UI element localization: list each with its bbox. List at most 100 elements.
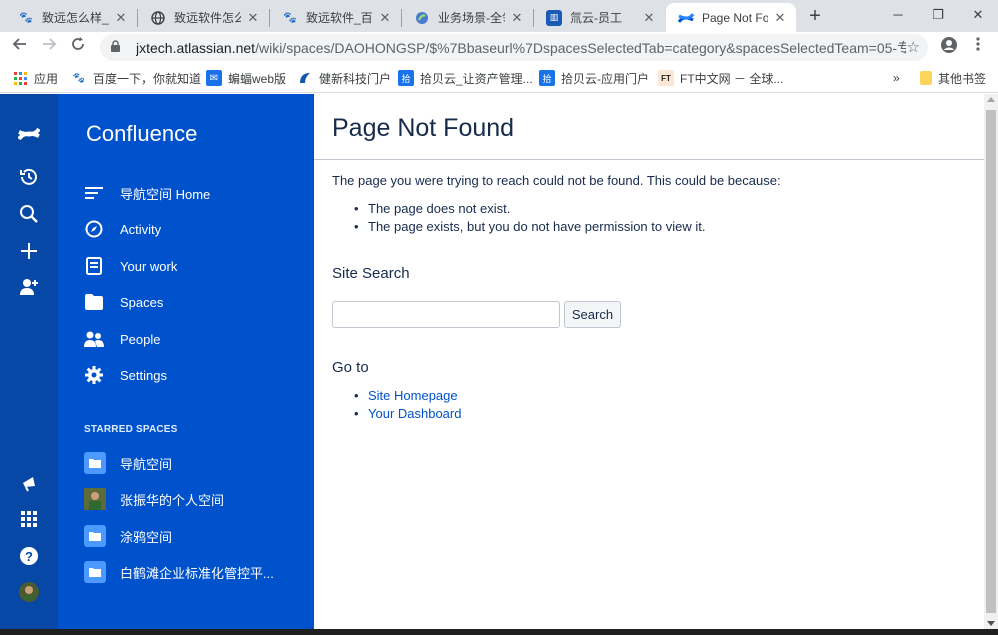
- tab-title: Page Not Found: [702, 10, 768, 25]
- svg-text:?: ?: [25, 549, 33, 564]
- invite-people-icon[interactable]: [17, 275, 41, 299]
- site-homepage-link[interactable]: Site Homepage: [368, 388, 458, 403]
- sidebar-item-your-work[interactable]: Your work: [84, 254, 177, 278]
- starred-space-item[interactable]: 涂鸦空间: [84, 524, 172, 548]
- forward-button[interactable]: [37, 36, 61, 60]
- confluence-icon: [678, 10, 694, 26]
- shibei-icon: 拾: [398, 70, 414, 86]
- bookmark-label: 其他书签: [938, 71, 987, 86]
- ft-icon: FT: [658, 70, 674, 86]
- account-circle-icon: [941, 37, 957, 53]
- confluence-logo-icon[interactable]: [17, 122, 41, 146]
- sidebar-item-label: 导航空间 Home: [120, 186, 211, 202]
- sidebar: Confluence 导航空间 Home Activity Your work …: [58, 94, 314, 629]
- recent-history-icon[interactable]: [17, 165, 41, 189]
- bookmarks-bar: 应用 🐾 百度一下，你就知道 ✉ 蝙蝠web版 健新科技门户 拾 拾贝云_让资产…: [0, 63, 998, 93]
- search-icon[interactable]: [17, 202, 41, 226]
- bookmark-baidu[interactable]: 🐾 百度一下，你就知道: [71, 69, 201, 87]
- app-title[interactable]: Confluence: [86, 121, 197, 147]
- list-item: Your Dashboard: [354, 405, 462, 423]
- bookmark-star-icon[interactable]: ☆: [907, 38, 920, 56]
- starred-space-item[interactable]: 导航空间: [84, 451, 172, 475]
- bookmark-ft[interactable]: FT FT中文网 － 全球...: [658, 69, 783, 87]
- sidebar-item-activity[interactable]: Activity: [84, 217, 161, 241]
- your-dashboard-link[interactable]: Your Dashboard: [368, 406, 461, 421]
- reload-button[interactable]: [66, 36, 90, 60]
- address-bar[interactable]: jxtech.atlassian.net/wiki/spaces/DAOHONG…: [100, 34, 928, 61]
- browser-tab-active[interactable]: Page Not Found ✕: [666, 3, 796, 32]
- h3yun-icon: ▥: [546, 9, 562, 26]
- close-icon[interactable]: ✕: [509, 10, 525, 26]
- space-folder-icon: [84, 452, 106, 474]
- bookmark-jianxin[interactable]: 健新科技门户: [297, 69, 391, 87]
- close-icon[interactable]: ✕: [113, 10, 129, 26]
- vertical-scrollbar[interactable]: [984, 94, 998, 629]
- scroll-up-arrow-icon[interactable]: [987, 97, 995, 102]
- menu-button[interactable]: [966, 36, 990, 60]
- starred-space-item[interactable]: 白鹤滩企业标准化管控平...: [84, 560, 274, 584]
- close-icon[interactable]: ✕: [245, 10, 261, 26]
- bookmark-label: 应用: [34, 71, 59, 86]
- sidebar-item-label: Settings: [120, 367, 167, 383]
- bookmarks-overflow-button[interactable]: »: [893, 69, 900, 87]
- bookmark-shibei-portal[interactable]: 拾 拾贝云-应用门户: [539, 69, 649, 87]
- help-icon[interactable]: ?: [17, 544, 41, 568]
- close-window-button[interactable]: ✕: [958, 0, 998, 32]
- back-button[interactable]: [8, 36, 32, 60]
- shibei-icon: 拾: [539, 70, 555, 86]
- sidebar-item-settings[interactable]: Settings: [84, 363, 167, 387]
- user-avatar-icon[interactable]: [17, 580, 41, 604]
- create-plus-icon[interactable]: [17, 239, 41, 263]
- sidebar-item-spaces[interactable]: Spaces: [84, 290, 163, 314]
- browser-tab[interactable]: ▥ 氚云-员工 ✕: [534, 3, 665, 32]
- tab-title: 致远软件_百度搜索: [306, 11, 373, 25]
- close-icon[interactable]: ✕: [377, 10, 393, 26]
- starred-space-label: 涂鸦空间: [120, 529, 173, 545]
- scroll-down-arrow-icon[interactable]: [987, 621, 995, 626]
- baidu-paw-icon: 🐾: [72, 72, 86, 84]
- new-tab-button[interactable]: +: [803, 5, 827, 29]
- goto-heading: Go to: [332, 359, 369, 376]
- compass-icon: [84, 219, 104, 239]
- minimize-button[interactable]: ─: [878, 0, 918, 32]
- browser-tab[interactable]: 业务场景-全领域 ✕: [402, 3, 533, 32]
- baidu-paw-icon: 🐾: [19, 12, 33, 24]
- overview-lines-icon: [84, 183, 104, 203]
- close-icon[interactable]: ✕: [772, 10, 788, 26]
- title-divider: [314, 159, 984, 160]
- os-taskbar: [0, 629, 998, 635]
- folder-icon: [920, 71, 932, 85]
- bookmark-apps[interactable]: 应用: [12, 69, 58, 87]
- profile-button[interactable]: [937, 36, 961, 60]
- bookmark-label: 拾贝云-应用门户: [561, 71, 649, 86]
- restore-button[interactable]: ❐: [918, 0, 958, 32]
- starred-space-item[interactable]: 张振华的个人空间: [84, 487, 224, 511]
- bat-icon: ✉: [206, 70, 222, 86]
- bookmark-label: FT中文网 － 全球...: [680, 71, 784, 86]
- search-input[interactable]: [332, 301, 560, 328]
- bookmark-label: 蝙蝠web版: [228, 71, 287, 86]
- lock-icon[interactable]: [110, 39, 124, 56]
- document-icon: [84, 256, 104, 276]
- scrollbar-thumb[interactable]: [986, 110, 996, 613]
- close-icon[interactable]: ✕: [641, 10, 657, 26]
- bookmark-bat[interactable]: ✉ 蝙蝠web版: [206, 69, 286, 87]
- gear-icon: [84, 365, 104, 385]
- browser-tab[interactable]: 致远软件怎么样 ✕: [138, 3, 269, 32]
- sidebar-item-people[interactable]: People: [84, 327, 160, 351]
- list-item: Site Homepage: [354, 387, 461, 405]
- browser-tab[interactable]: 🐾 致远怎么样_百度搜索 ✕: [6, 3, 137, 32]
- notifications-megaphone-icon[interactable]: [17, 471, 41, 495]
- browser-tab[interactable]: 🐾 致远软件_百度搜索 ✕: [270, 3, 401, 32]
- app-switcher-icon[interactable]: [17, 507, 41, 531]
- bookmark-label: 拾贝云_让资产管理...: [420, 71, 533, 86]
- folder-icon: [84, 292, 104, 312]
- search-button[interactable]: Search: [564, 301, 621, 328]
- bookmark-shibei[interactable]: 拾 拾贝云_让资产管理...: [398, 69, 533, 87]
- starred-spaces-heading: STARRED SPACES: [84, 424, 178, 435]
- sidebar-item-label: Spaces: [120, 294, 164, 310]
- other-bookmarks[interactable]: 其他书签: [920, 69, 986, 87]
- bookmark-label: 健新科技门户: [319, 71, 392, 86]
- sidebar-item-home[interactable]: 导航空间 Home: [84, 181, 210, 205]
- forward-arrow-icon: [43, 38, 57, 50]
